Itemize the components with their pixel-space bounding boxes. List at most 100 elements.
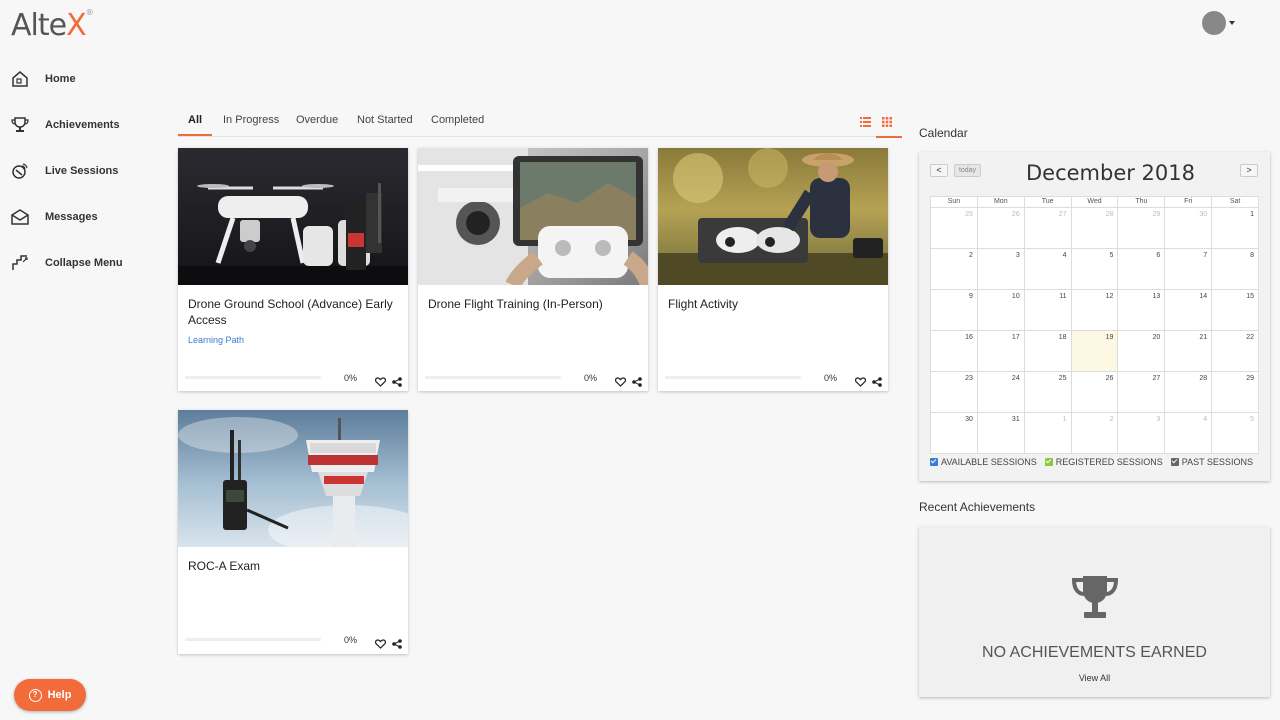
share-button[interactable] <box>632 374 642 387</box>
tab-overdue[interactable]: Overdue <box>296 114 338 135</box>
calendar-legend-item[interactable]: REGISTERED SESSIONS <box>1044 457 1163 467</box>
calendar-today-button[interactable]: today <box>954 164 981 177</box>
help-button[interactable]: ? Help <box>14 679 86 711</box>
calendar-legend-item[interactable]: AVAILABLE SESSIONS <box>930 457 1037 467</box>
user-menu[interactable] <box>1202 11 1235 35</box>
calendar-day-cell[interactable]: 7 <box>1165 249 1213 290</box>
sidebar-item-label: Messages <box>45 211 98 223</box>
calendar-day-cell[interactable]: 30 <box>931 413 978 454</box>
calendar-day-cell[interactable]: 11 <box>1024 290 1072 331</box>
calendar-day-cell[interactable]: 27 <box>1024 208 1072 249</box>
course-card[interactable]: Drone Ground School (Advance) Early Acce… <box>178 148 408 391</box>
share-button[interactable] <box>392 374 402 387</box>
sidebar-item-home[interactable]: Home <box>0 56 160 102</box>
calendar-day-cell[interactable]: 8 <box>1212 249 1260 290</box>
course-title[interactable]: Drone Flight Training (In-Person) <box>428 296 638 312</box>
calendar-prev-button[interactable]: < <box>930 164 948 177</box>
calendar-week-row: 23 24 25 26 27 28 29 <box>931 372 1260 413</box>
calendar-weekday-label: Sun <box>931 197 978 208</box>
calendar-day-cell[interactable]: 21 <box>1165 331 1213 372</box>
calendar-day-cell[interactable]: 1 <box>1024 413 1072 454</box>
calendar-day-cell[interactable]: 1 <box>1212 208 1260 249</box>
sidebar-item-live-sessions[interactable]: Live Sessions <box>0 148 160 194</box>
course-card[interactable]: ROC-A Exam 0% <box>178 410 408 654</box>
logo-registered-mark: ® <box>85 8 94 17</box>
envelope-icon <box>10 207 30 227</box>
calendar-day-cell[interactable]: 28 <box>1071 208 1119 249</box>
tab-not-started[interactable]: Not Started <box>357 114 413 135</box>
course-thumbnail-drone[interactable] <box>178 148 408 285</box>
calendar-day-cell[interactable]: 13 <box>1118 290 1166 331</box>
course-thumbnail-roc-a-exam[interactable] <box>178 410 408 547</box>
sidebar-item-collapse-menu[interactable]: Collapse Menu <box>0 240 160 286</box>
sidebar-item-label: Home <box>45 73 76 85</box>
sidebar-item-achievements[interactable]: Achievements <box>0 102 160 148</box>
calendar-day-cell[interactable]: 29 <box>1118 208 1166 249</box>
calendar-day-cell[interactable]: 14 <box>1165 290 1213 331</box>
checkbox-checked-icon[interactable] <box>1044 458 1053 466</box>
calendar-day-cell[interactable]: 27 <box>1118 372 1166 413</box>
course-thumbnail-flight-training[interactable] <box>418 148 648 285</box>
calendar-day-cell[interactable]: 16 <box>931 331 978 372</box>
course-card[interactable]: Flight Activity 0% <box>658 148 888 391</box>
course-title[interactable]: ROC-A Exam <box>188 558 398 574</box>
calendar-day-cell[interactable]: 31 <box>977 413 1025 454</box>
calendar-day-cell[interactable]: 28 <box>1165 372 1213 413</box>
calendar-day-cell[interactable]: 18 <box>1024 331 1072 372</box>
tab-in-progress[interactable]: In Progress <box>223 114 279 135</box>
calendar-day-cell[interactable]: 4 <box>1024 249 1072 290</box>
calendar-next-button[interactable]: > <box>1240 164 1258 177</box>
share-button[interactable] <box>392 636 402 649</box>
calendar-day-cell[interactable]: 24 <box>977 372 1025 413</box>
calendar-day-cell[interactable]: 17 <box>977 331 1025 372</box>
calendar-weekday-header: Sun Mon Tue Wed Thu Fri Sat <box>931 197 1260 208</box>
calendar-day-cell[interactable]: 15 <box>1212 290 1260 331</box>
avatar[interactable] <box>1202 11 1226 35</box>
calendar-day-cell[interactable]: 23 <box>931 372 978 413</box>
course-thumbnail-flight-activity[interactable] <box>658 148 888 285</box>
calendar-day-cell[interactable]: 26 <box>1071 372 1119 413</box>
view-all-achievements-link[interactable]: View All <box>919 673 1270 683</box>
favorite-button[interactable] <box>854 374 867 387</box>
calendar-day-cell[interactable]: 10 <box>977 290 1025 331</box>
calendar-day-cell[interactable]: 25 <box>931 208 978 249</box>
calendar-day-cell[interactable]: 19 <box>1071 331 1119 372</box>
calendar-day-cell[interactable]: 12 <box>1071 290 1119 331</box>
calendar-day-cell[interactable]: 5 <box>1212 413 1260 454</box>
progress-percent: 0% <box>344 635 358 645</box>
calendar-day-cell[interactable]: 26 <box>977 208 1025 249</box>
course-title[interactable]: Drone Ground School (Advance) Early Acce… <box>188 296 398 328</box>
course-title[interactable]: Flight Activity <box>668 296 878 312</box>
grid-view-button[interactable] <box>876 114 902 138</box>
checkbox-checked-icon[interactable] <box>930 458 938 466</box>
calendar-day-cell[interactable]: 3 <box>977 249 1025 290</box>
calendar-day-cell[interactable]: 2 <box>931 249 978 290</box>
favorite-button[interactable] <box>614 374 627 387</box>
calendar-day-cell[interactable]: 5 <box>1071 249 1119 290</box>
calendar-day-cell[interactable]: 29 <box>1212 372 1260 413</box>
calendar-legend-item[interactable]: PAST SESSIONS <box>1170 457 1253 467</box>
checkbox-checked-icon[interactable] <box>1170 458 1179 466</box>
calendar-weekday-label: Mon <box>977 197 1025 208</box>
logo-x: X <box>66 8 87 43</box>
tab-all[interactable]: All <box>177 114 213 136</box>
help-label: Help <box>47 689 72 701</box>
calendar-day-cell[interactable]: 4 <box>1165 413 1213 454</box>
list-view-button[interactable] <box>860 114 872 127</box>
calendar-day-cell[interactable]: 9 <box>931 290 978 331</box>
favorite-button[interactable] <box>374 374 387 387</box>
tab-completed[interactable]: Completed <box>431 114 484 135</box>
calendar-day-cell[interactable]: 2 <box>1071 413 1119 454</box>
calendar-day-cell[interactable]: 20 <box>1118 331 1166 372</box>
share-button[interactable] <box>872 374 882 387</box>
sidebar-item-messages[interactable]: Messages <box>0 194 160 240</box>
calendar-day-cell[interactable]: 22 <box>1212 331 1260 372</box>
calendar-legend-label: PAST SESSIONS <box>1181 457 1253 467</box>
course-card[interactable]: Drone Flight Training (In-Person) 0% <box>418 148 648 391</box>
calendar-day-cell[interactable]: 30 <box>1165 208 1213 249</box>
calendar-day-cell[interactable]: 25 <box>1024 372 1072 413</box>
calendar-day-cell[interactable]: 6 <box>1118 249 1166 290</box>
favorite-button[interactable] <box>374 636 387 649</box>
altex-logo[interactable]: AlteX® <box>11 8 94 43</box>
calendar-day-cell[interactable]: 3 <box>1118 413 1166 454</box>
